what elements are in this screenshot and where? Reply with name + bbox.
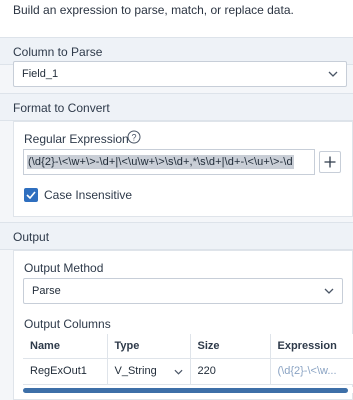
regex-card: Regular Expression ? (\d{2}-\<\w+\>-\d+|… <box>13 121 353 217</box>
format-to-convert-header: Format to Convert <box>0 93 353 121</box>
cell-size[interactable]: 220 <box>190 358 271 385</box>
plus-icon <box>324 156 336 168</box>
column-header-name[interactable]: Name <box>23 334 108 359</box>
column-header-size[interactable]: Size <box>190 334 271 359</box>
chevron-down-icon <box>324 288 334 294</box>
format-to-convert-title: Format to Convert <box>13 101 110 115</box>
regex-input[interactable]: (\d{2}-\<\w+\>-\d+|\<\u\w+\>\s\d+,*\s\d+… <box>23 149 315 175</box>
svg-text:?: ? <box>131 133 136 143</box>
table-header-row: Name Type Size Expression <box>23 334 353 359</box>
chevron-down-icon <box>328 71 338 77</box>
case-insensitive-checkbox[interactable] <box>24 188 38 202</box>
column-to-parse-value: Field_1 <box>22 68 59 80</box>
cell-name[interactable]: RegExOut1 <box>23 358 108 385</box>
tool-description: Build an expression to parse, match, or … <box>13 3 294 17</box>
case-insensitive-label: Case Insensitive <box>44 188 133 202</box>
output-columns-table: Name Type Size Expression RegExOut1 V_St… <box>23 334 353 385</box>
cell-type-value: V_String <box>114 365 157 377</box>
chevron-down-icon[interactable] <box>173 369 183 375</box>
checkmark-icon <box>26 191 36 199</box>
cell-expression[interactable]: (\d{2}-\<\w... <box>270 358 353 385</box>
output-columns-label: Output Columns <box>24 317 111 331</box>
horizontal-scrollbar[interactable] <box>23 387 353 393</box>
format-to-convert-body: Regular Expression ? (\d{2}-\<\w+\>-\d+|… <box>0 121 353 222</box>
add-expression-button[interactable] <box>319 151 341 173</box>
output-method-label: Output Method <box>24 261 104 275</box>
cell-type[interactable]: V_String <box>107 358 191 385</box>
regex-label: Regular Expression <box>24 132 129 146</box>
column-to-parse-title: Column to Parse <box>13 45 103 59</box>
column-to-parse-body: Field_1 <box>0 61 353 93</box>
column-header-type[interactable]: Type <box>107 334 191 359</box>
output-card: Output Method Parse Output Columns Name … <box>13 250 353 400</box>
output-method-select[interactable]: Parse <box>23 278 343 304</box>
column-to-parse-select[interactable]: Field_1 <box>13 61 347 87</box>
regex-value: (\d{2}-\<\w+\>-\d+|\<\u\w+\>\s\d+,*\s\d+… <box>27 155 294 169</box>
table-row[interactable]: RegExOut1 V_String 220 (\d{2}-\<\w... <box>23 358 353 385</box>
output-method-value: Parse <box>32 285 61 297</box>
output-header: Output <box>0 222 353 250</box>
column-header-expression[interactable]: Expression <box>270 334 353 359</box>
help-icon[interactable]: ? <box>127 130 141 144</box>
output-title: Output <box>13 230 50 244</box>
output-body: Output Method Parse Output Columns Name … <box>0 250 353 400</box>
scrollbar-thumb[interactable] <box>23 388 348 393</box>
